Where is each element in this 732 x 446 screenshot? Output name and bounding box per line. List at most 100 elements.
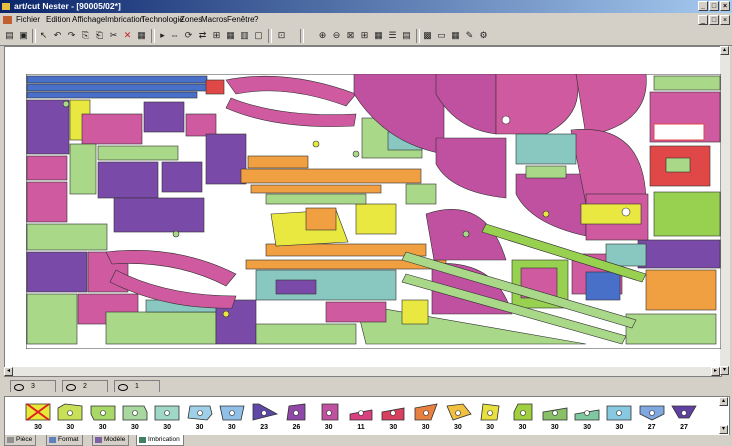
menu-macros[interactable]: Macros bbox=[201, 15, 227, 24]
sheet-tab-1[interactable]: 1 bbox=[114, 380, 160, 392]
scroll-down-icon[interactable]: ▾ bbox=[720, 366, 729, 375]
part-item[interactable]: 30 bbox=[475, 398, 505, 434]
vertical-scrollbar[interactable]: ▴ ▾ bbox=[720, 46, 730, 375]
part-item[interactable]: 30 bbox=[572, 398, 602, 434]
rotate-icon[interactable]: ⟳ bbox=[182, 29, 195, 42]
sheet-icon[interactable]: ▭ bbox=[435, 29, 448, 42]
horizontal-scrollbar[interactable]: ◂ ▸ bbox=[4, 367, 720, 376]
zoom-window-icon[interactable]: ⊠ bbox=[344, 29, 357, 42]
zoom-fit-icon[interactable]: ⊞ bbox=[358, 29, 371, 42]
menu-bar: Fichier Edition Affichage Imbrication Te… bbox=[0, 13, 732, 27]
scroll-right-icon[interactable]: ▸ bbox=[711, 367, 720, 376]
table-icon[interactable]: ▦ bbox=[449, 29, 462, 42]
part-item[interactable]: 30 bbox=[55, 398, 85, 434]
move-icon[interactable]: ⇔ bbox=[168, 29, 181, 42]
part-tab-icon bbox=[7, 437, 14, 443]
tab-modele[interactable]: Modèle bbox=[92, 435, 130, 446]
part-item[interactable]: 30 bbox=[540, 398, 570, 434]
part-shape-icon bbox=[414, 403, 438, 421]
redo-icon[interactable]: ↷ bbox=[65, 29, 78, 42]
part-count: 30 bbox=[550, 424, 559, 431]
part-count: 30 bbox=[324, 424, 333, 431]
part-shape-icon bbox=[671, 405, 697, 419]
part-item[interactable]: 27 bbox=[637, 398, 667, 434]
cut-icon[interactable]: ✂ bbox=[107, 29, 120, 42]
frame-icon[interactable]: ▢ bbox=[252, 29, 265, 42]
list-icon[interactable]: ☰ bbox=[386, 29, 399, 42]
toolbar: ▤ ▣ ↖ ↶ ↷ ⎘ ⎗ ✂ ✕ ▦ ▸ ⇔ ⟳ ⇄ ⊞ ▦ ▥ ▢ ⊡ ⊕ … bbox=[0, 27, 732, 46]
menu-imbrication[interactable]: Imbrication bbox=[105, 15, 144, 24]
part-item[interactable]: 30 bbox=[443, 398, 473, 434]
part-count: 30 bbox=[195, 424, 204, 431]
sheet-tab-bar: 3 2 1 bbox=[0, 379, 732, 392]
snap-icon[interactable]: ⊡ bbox=[275, 29, 288, 42]
undo-icon[interactable]: ↶ bbox=[51, 29, 64, 42]
part-item[interactable]: 30 bbox=[217, 398, 247, 434]
part-shape-icon bbox=[381, 407, 405, 421]
part-item[interactable]: 30 bbox=[88, 398, 118, 434]
maximize-button[interactable]: □ bbox=[709, 1, 719, 11]
part-count: 23 bbox=[260, 424, 268, 431]
mdi-maximize-button[interactable]: □ bbox=[709, 15, 719, 25]
cut-path-icon[interactable]: ✎ bbox=[463, 29, 476, 42]
part-item[interactable]: 30 bbox=[604, 398, 634, 434]
part-item[interactable]: 30 bbox=[411, 398, 441, 434]
parts-scroll-down-icon[interactable]: ▾ bbox=[719, 425, 728, 434]
menu-help[interactable]: ? bbox=[254, 15, 258, 24]
paste-icon[interactable]: ⎗ bbox=[93, 29, 106, 42]
minimize-button[interactable]: _ bbox=[698, 1, 708, 11]
menu-zones[interactable]: Zones bbox=[180, 15, 202, 24]
menu-fichier[interactable]: Fichier bbox=[16, 15, 40, 24]
parts-scroll-up-icon[interactable]: ▴ bbox=[719, 397, 728, 406]
open-icon[interactable]: ▤ bbox=[3, 29, 16, 42]
sheet-tab-2[interactable]: 2 bbox=[62, 380, 108, 392]
tab-format[interactable]: Format bbox=[46, 435, 83, 446]
sheet-tab-3[interactable]: 3 bbox=[10, 380, 56, 392]
part-item[interactable]: 26 bbox=[281, 398, 311, 434]
part-count: 30 bbox=[34, 424, 42, 431]
zoom-in-icon[interactable]: ⊕ bbox=[316, 29, 329, 42]
copy-icon[interactable]: ⎘ bbox=[79, 29, 92, 42]
save-icon[interactable]: ▣ bbox=[17, 29, 30, 42]
part-item[interactable]: 30 bbox=[378, 398, 408, 434]
scroll-up-icon[interactable]: ▴ bbox=[720, 46, 729, 55]
parts-view-icon[interactable]: ▤ bbox=[400, 29, 413, 42]
part-count: 26 bbox=[292, 424, 301, 431]
part-item[interactable]: 30 bbox=[120, 398, 150, 434]
properties-icon[interactable]: ▦ bbox=[135, 29, 148, 42]
layout-icon[interactable]: ▥ bbox=[238, 29, 251, 42]
part-item[interactable]: 30 bbox=[23, 398, 53, 434]
part-item[interactable]: 27 bbox=[669, 398, 699, 434]
tech-icon[interactable]: ⚙ bbox=[477, 29, 490, 42]
align-icon[interactable]: ⊞ bbox=[210, 29, 223, 42]
part-shape-icon bbox=[349, 409, 373, 421]
part-item[interactable]: 30 bbox=[185, 398, 215, 434]
menu-technologie[interactable]: Technologie bbox=[141, 15, 184, 24]
mdi-close-button[interactable]: × bbox=[720, 15, 730, 25]
zoom-out-icon[interactable]: ⊖ bbox=[330, 29, 343, 42]
menu-edition[interactable]: Edition bbox=[46, 15, 70, 24]
document-icon[interactable] bbox=[3, 16, 12, 24]
part-shape-icon bbox=[219, 405, 245, 421]
grid-icon[interactable]: ▦ bbox=[224, 29, 237, 42]
nesting-sheet[interactable] bbox=[26, 74, 721, 349]
close-button[interactable]: × bbox=[720, 1, 730, 11]
part-shape-icon bbox=[480, 403, 500, 421]
part-item[interactable]: 23 bbox=[249, 398, 279, 434]
mdi-minimize-button[interactable]: _ bbox=[698, 15, 708, 25]
part-item[interactable]: 30 bbox=[508, 398, 538, 434]
menu-fenetre[interactable]: Fenêtre bbox=[227, 15, 255, 24]
tab-piece[interactable]: Pièce bbox=[4, 435, 37, 446]
scroll-left-icon[interactable]: ◂ bbox=[4, 367, 13, 376]
delete-icon[interactable]: ✕ bbox=[121, 29, 134, 42]
mirror-icon[interactable]: ⇄ bbox=[196, 29, 209, 42]
menu-affichage[interactable]: Affichage bbox=[72, 15, 105, 24]
tab-imbrication[interactable]: Imbrication bbox=[136, 435, 184, 446]
nest-icon[interactable]: ▩ bbox=[421, 29, 434, 42]
pointer-icon[interactable]: ↖ bbox=[37, 29, 50, 42]
part-item[interactable]: 30 bbox=[314, 398, 344, 434]
part-item[interactable]: 30 bbox=[152, 398, 182, 434]
app-icon bbox=[2, 3, 10, 10]
part-item[interactable]: 11 bbox=[346, 398, 376, 434]
zoom-all-icon[interactable]: ▦ bbox=[372, 29, 385, 42]
